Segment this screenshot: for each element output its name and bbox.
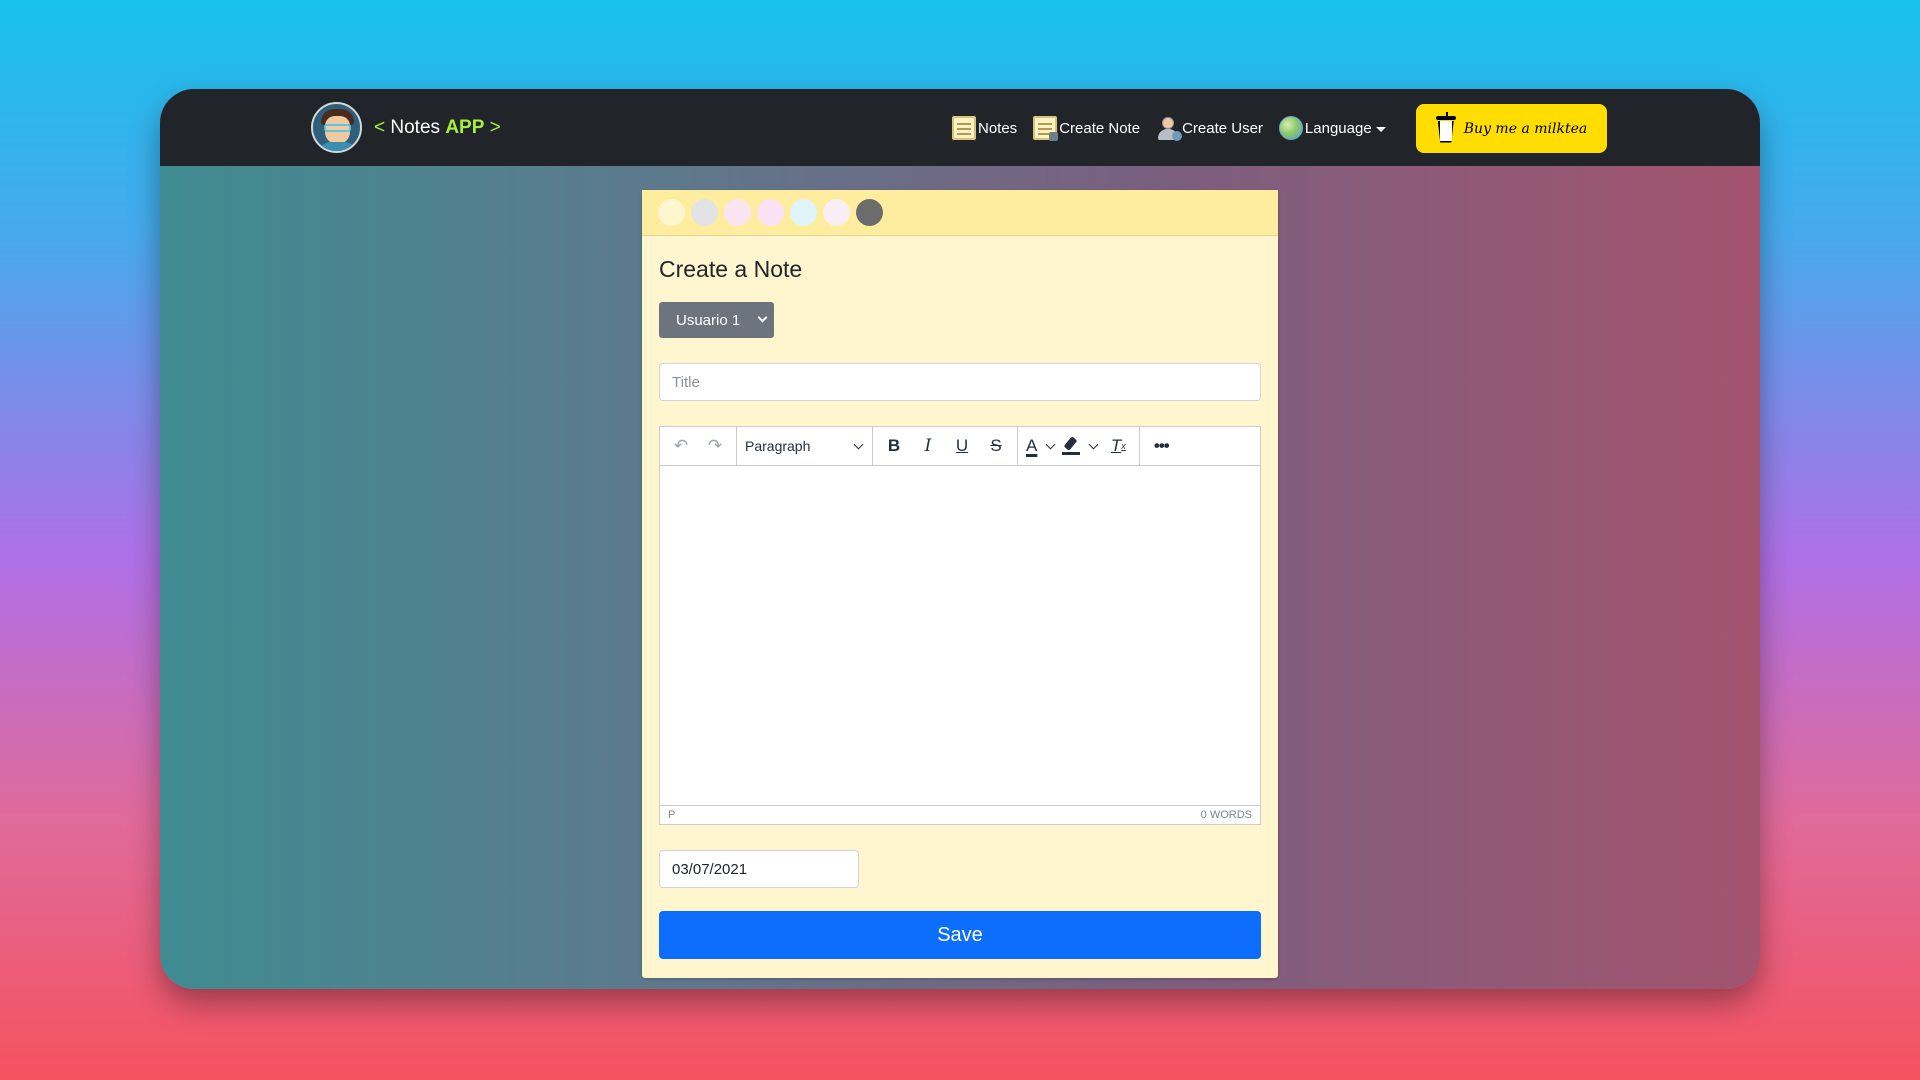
nav-link-notes[interactable]: Notes <box>952 116 1017 140</box>
nav-link-label: Language <box>1304 119 1372 137</box>
brand-app: APP <box>445 116 485 138</box>
nav-link-create-user[interactable]: Create User <box>1156 116 1263 141</box>
highlight-color-button[interactable] <box>1058 431 1101 461</box>
caret-down-icon <box>1375 126 1386 132</box>
format-group: B I U S <box>873 427 1018 465</box>
avatar-icon <box>311 102 362 153</box>
note-icon <box>952 116 976 140</box>
user-select-value: Usuario 1 <box>676 311 741 329</box>
color-picker <box>642 190 1278 236</box>
redo-icon[interactable]: ↷ <box>698 431 732 461</box>
color-swatch-pink[interactable] <box>724 199 751 226</box>
chevron-down-icon <box>853 439 864 449</box>
color-swatch-rose[interactable] <box>823 199 850 226</box>
app-window: < Notes APP > Notes Create Note Create U… <box>160 89 1760 989</box>
underline-icon[interactable]: U <box>945 431 979 461</box>
buy-milktea-button[interactable]: Buy me a milktea <box>1416 104 1607 153</box>
title-input[interactable] <box>659 363 1261 401</box>
card-body: Create a Note Usuario 1 ↶ ↷ Paragraph <box>642 236 1278 975</box>
more-options-icon[interactable]: ••• <box>1144 431 1178 461</box>
italic-icon[interactable]: I <box>911 431 945 461</box>
create-note-icon <box>1033 116 1059 141</box>
text-color-button[interactable]: A <box>1022 431 1058 461</box>
brand-open-bracket: < <box>374 116 386 138</box>
color-swatch-dark[interactable] <box>856 199 883 226</box>
more-group: ••• <box>1140 427 1182 465</box>
chevron-down-icon <box>1088 439 1099 449</box>
globe-icon <box>1278 116 1303 140</box>
undo-icon[interactable]: ↶ <box>664 431 698 461</box>
color-swatch-blue[interactable] <box>790 199 817 226</box>
word-count[interactable]: 0 WORDS <box>1201 809 1252 821</box>
save-button[interactable]: Save <box>659 911 1261 959</box>
color-group: A Tx <box>1018 427 1141 465</box>
block-format-value: Paragraph <box>745 438 811 454</box>
nav-link-label: Notes <box>978 119 1018 137</box>
page-title: Create a Note <box>659 256 803 282</box>
nav-links: Notes Create Note Create User Language <box>952 110 1402 146</box>
block-format-group: Paragraph <box>737 427 873 465</box>
brand[interactable]: < Notes APP > <box>311 102 501 153</box>
brand-title: < Notes APP > <box>374 117 501 139</box>
color-swatch-yellow[interactable] <box>658 199 685 226</box>
buy-milktea-label: Buy me a milktea <box>1463 120 1588 137</box>
milktea-cup-icon <box>1435 111 1456 144</box>
history-group: ↶ ↷ <box>660 427 737 465</box>
nav-link-label: Create User <box>1182 119 1263 137</box>
editor-toolbar: ↶ ↷ Paragraph B I U S A T x ••• <box>660 427 1260 466</box>
element-path[interactable]: P <box>668 809 675 821</box>
nav-link-create-note[interactable]: Create Note <box>1033 116 1141 141</box>
color-swatch-gray[interactable] <box>691 199 718 226</box>
highlight-icon <box>1062 436 1081 455</box>
text-color-icon: A <box>1026 436 1038 455</box>
nav-link-language-dropdown[interactable]: Language <box>1278 116 1386 140</box>
navbar: < Notes APP > Notes Create Note Create U… <box>160 89 1760 166</box>
editor-statusbar: P 0 WORDS <box>660 805 1260 823</box>
chevron-down-icon <box>1045 439 1056 449</box>
bold-icon[interactable]: B <box>877 431 911 461</box>
create-note-card: Create a Note Usuario 1 ↶ ↷ Paragraph <box>642 190 1278 978</box>
nav-link-label: Create Note <box>1059 119 1141 137</box>
date-input[interactable] <box>659 850 859 888</box>
brand-close-bracket: > <box>489 116 501 138</box>
block-format-select[interactable]: Paragraph <box>737 438 872 454</box>
editor-content-area[interactable] <box>660 466 1260 805</box>
user-select[interactable]: Usuario 1 <box>659 302 774 338</box>
chevron-down-icon <box>757 312 768 323</box>
brand-name: Notes <box>390 116 441 138</box>
user-add-icon <box>1156 116 1183 141</box>
clear-formatting-icon[interactable]: Tx <box>1101 431 1135 461</box>
color-swatch-magenta[interactable] <box>757 199 784 226</box>
rich-text-editor: ↶ ↷ Paragraph B I U S A T x ••• P 0 WORD… <box>659 426 1261 825</box>
strikethrough-icon[interactable]: S <box>979 431 1013 461</box>
